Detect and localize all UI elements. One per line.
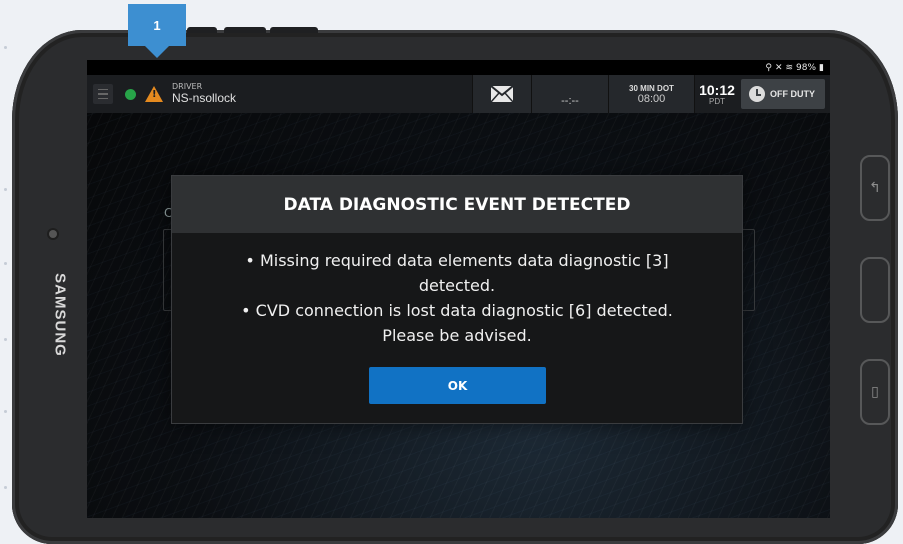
dialog-line: Please be advised.: [382, 326, 532, 345]
dialog-line: detected.: [418, 276, 496, 295]
home-key-icon[interactable]: [860, 257, 890, 323]
warning-icon[interactable]: [145, 86, 163, 102]
dot-break-cell[interactable]: 30 MIN DOT 08:00: [608, 75, 694, 113]
timer-placeholder: --:--: [561, 95, 579, 107]
menu-icon[interactable]: [93, 84, 113, 104]
timer-cell: --:--: [531, 75, 608, 113]
dot-label: 30 MIN DOT: [629, 83, 674, 93]
clock-icon: [749, 86, 765, 102]
android-status-bar: ⚲ ✕ ≋ 98% ▮: [87, 60, 830, 75]
mute-icon: ✕: [774, 62, 783, 73]
side-button: [187, 27, 217, 33]
location-icon: ⚲: [765, 62, 772, 73]
front-camera-icon: [49, 230, 57, 238]
dialog-line: • CVD connection is lost data diagnostic…: [241, 301, 673, 320]
dot-time: 08:00: [637, 92, 666, 105]
diagnostic-dialog: DATA DIAGNOSTIC EVENT DETECTED • Missing…: [171, 175, 743, 424]
driver-info[interactable]: DRIVER NS-nsollock: [172, 82, 237, 105]
envelope-icon: [490, 85, 514, 103]
device-screen: ⚲ ✕ ≋ 98% ▮ DRIVER NS-nsollock --:-- 30 …: [87, 60, 830, 518]
driver-name: NS-nsollock: [172, 90, 237, 105]
side-button: [224, 27, 266, 33]
messages-button[interactable]: [472, 75, 531, 113]
clock-timezone: PDT: [709, 96, 725, 106]
dialog-message: • Missing required data elements data di…: [172, 233, 742, 348]
dialog-line: • Missing required data elements data di…: [245, 251, 669, 270]
ok-button[interactable]: OK: [369, 367, 546, 404]
clock-cell: 10:12 PDT: [694, 75, 739, 113]
side-button: [270, 27, 318, 33]
back-key-icon[interactable]: ↰: [860, 155, 890, 221]
step-badge: 1: [128, 4, 186, 58]
duty-status-button[interactable]: OFF DUTY: [741, 79, 825, 109]
recents-key-icon[interactable]: ▯: [860, 359, 890, 425]
dialog-title: DATA DIAGNOSTIC EVENT DETECTED: [172, 176, 742, 233]
duty-status-label: OFF DUTY: [770, 89, 815, 99]
battery-level: 98%: [796, 62, 817, 73]
device-brand: SAMSUNG: [51, 273, 69, 357]
wifi-icon: ≋: [785, 62, 794, 73]
clock-time: 10:12: [699, 81, 735, 98]
status-dot-icon: [125, 88, 136, 100]
battery-icon: ▮: [819, 62, 824, 73]
